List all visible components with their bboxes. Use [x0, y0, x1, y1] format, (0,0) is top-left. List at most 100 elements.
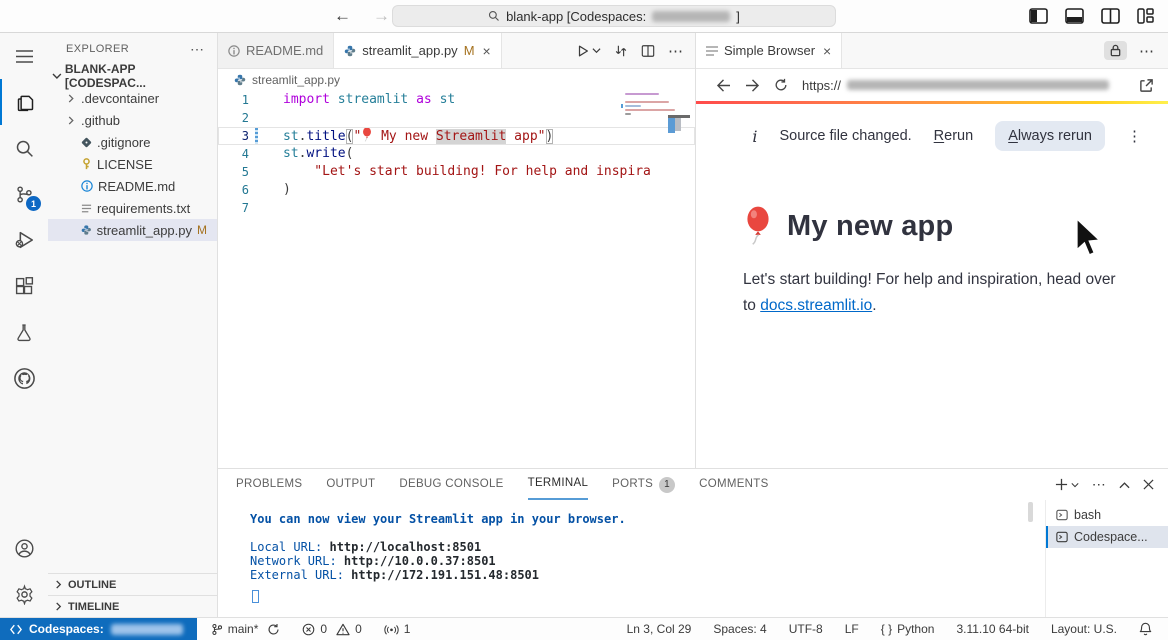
terminal-list: bash Codespace... [1045, 500, 1168, 617]
history-forward-icon[interactable]: → [373, 6, 390, 26]
editor-scrollbar-decoration[interactable] [668, 115, 695, 133]
editor-tabbar: README.md streamlit_app.py M × ⋯ [218, 33, 695, 69]
search-icon[interactable] [0, 125, 48, 171]
always-rerun-button[interactable]: Always rerun [995, 121, 1105, 151]
encoding-status[interactable]: UTF-8 [789, 622, 823, 636]
command-center-search[interactable]: blank-app [Codespaces: ] [392, 5, 836, 27]
breadcrumb[interactable]: streamlit_app.py [218, 69, 695, 91]
explorer-icon[interactable] [0, 79, 48, 125]
line-col-status[interactable]: Ln 3, Col 29 [627, 622, 692, 636]
ports-count: 1 [404, 622, 411, 636]
redacted-url [847, 80, 1109, 90]
problems-status[interactable]: 0 0 [302, 622, 361, 636]
source-control-icon[interactable]: 1 [0, 171, 48, 217]
run-dropdown-chevron-icon[interactable] [592, 46, 601, 55]
git-branch-status[interactable]: main* [211, 622, 281, 636]
sync-icon[interactable] [267, 623, 280, 636]
tab-readme[interactable]: README.md [218, 33, 334, 68]
open-external-icon[interactable] [1139, 78, 1154, 93]
terminal-icon [1056, 509, 1068, 521]
tab-debug-console[interactable]: DEBUG CONSOLE [399, 469, 503, 500]
terminal-dropdown-chevron-icon[interactable] [1071, 481, 1079, 489]
tree-item-streamlit-app[interactable]: streamlit_app.py M [48, 219, 217, 241]
run-python-file-icon[interactable] [576, 44, 590, 58]
run-debug-icon[interactable] [0, 217, 48, 263]
toggle-secondary-sidebar-icon[interactable] [1101, 8, 1120, 24]
browser-more-actions-icon[interactable]: ⋯ [1139, 42, 1154, 60]
browser-forward-icon[interactable] [745, 79, 760, 92]
python-version-status[interactable]: 3.11.10 64-bit [956, 622, 1029, 636]
browser-reload-icon[interactable] [774, 78, 788, 92]
tab-simple-browser[interactable]: Simple Browser × [696, 33, 842, 68]
key-icon [81, 158, 92, 170]
tab-label: README.md [246, 43, 323, 58]
testing-icon[interactable] [0, 309, 48, 355]
line-number: 4 [218, 145, 264, 163]
tree-item-gitignore[interactable]: .gitignore [48, 131, 217, 153]
open-changes-icon[interactable] [614, 44, 628, 58]
indentation-status[interactable]: Spaces: 4 [713, 622, 766, 636]
language-status[interactable]: { } Python [881, 622, 935, 636]
eol-status[interactable]: LF [845, 622, 859, 636]
terminal-item-codespace[interactable]: Codespace... [1046, 526, 1168, 548]
streamlit-menu-kebab-icon[interactable]: ⋮ [1127, 127, 1142, 145]
code-text: ) [264, 181, 291, 199]
tab-terminal[interactable]: TERMINAL [528, 469, 589, 500]
menu-icon[interactable] [0, 33, 48, 79]
terminal-item-label: bash [1074, 508, 1101, 522]
extensions-icon[interactable] [0, 263, 48, 309]
line-number: 3 [218, 127, 264, 145]
remote-indicator[interactable]: Codespaces: [0, 618, 197, 640]
browser-url-field[interactable]: https:// [802, 78, 1125, 93]
tree-item-devcontainer[interactable]: .devcontainer [48, 87, 217, 109]
tree-root-blank-app[interactable]: BLANK-APP [CODESPAC... [48, 65, 217, 87]
code-text: st.write( [264, 145, 353, 163]
split-editor-icon[interactable] [641, 44, 655, 58]
minimap-line [625, 105, 641, 107]
tab-streamlit-app[interactable]: streamlit_app.py M × [334, 33, 501, 68]
outline-section[interactable]: OUTLINE [48, 573, 217, 595]
tree-item-readme[interactable]: README.md [48, 175, 217, 197]
browser-back-icon[interactable] [716, 79, 731, 92]
terminal-output[interactable]: You can now view your Streamlit app in y… [218, 500, 1035, 617]
maximize-panel-icon[interactable] [1119, 481, 1130, 489]
history-back-icon[interactable]: ← [334, 6, 351, 26]
tab-ports[interactable]: PORTS 1 [612, 469, 675, 500]
settings-gear-icon[interactable] [0, 571, 48, 617]
close-panel-icon[interactable] [1143, 479, 1154, 490]
warning-count: 0 [355, 622, 362, 636]
tree-item-github[interactable]: .github [48, 109, 217, 131]
notifications-bell-icon[interactable] [1139, 622, 1152, 636]
github-icon[interactable] [0, 355, 48, 401]
account-icon[interactable] [0, 525, 48, 571]
new-terminal-icon[interactable] [1055, 478, 1068, 491]
lock-icon[interactable] [1104, 41, 1127, 60]
panel-more-actions-icon[interactable]: ⋯ [1092, 476, 1106, 493]
customize-layout-icon[interactable] [1137, 8, 1154, 24]
terminal-line: External URL: http://172.191.151.48:8501 [250, 568, 1035, 582]
explorer-more-icon[interactable]: ⋯ [190, 41, 205, 58]
tab-comments[interactable]: COMMENTS [699, 469, 768, 500]
minimap[interactable] [621, 91, 681, 221]
keyboard-layout-status[interactable]: Layout: U.S. [1051, 622, 1117, 636]
code-editor[interactable]: 1import streamlit as st23st.title(" My n… [218, 91, 695, 434]
window-title-suffix: ] [736, 9, 740, 24]
tab-output[interactable]: OUTPUT [326, 469, 375, 500]
chevron-right-icon [66, 116, 76, 125]
terminal-item-bash[interactable]: bash [1046, 504, 1168, 526]
timeline-section[interactable]: TIMELINE [48, 595, 217, 617]
tab-close-icon[interactable]: × [483, 43, 491, 59]
editor-more-actions-icon[interactable]: ⋯ [668, 42, 683, 60]
terminal-scrollbar[interactable] [1028, 502, 1033, 522]
balloon-emoji [743, 206, 773, 246]
tree-item-requirements[interactable]: requirements.txt [48, 197, 217, 219]
tab-close-icon[interactable]: × [823, 43, 831, 59]
toggle-panel-icon[interactable] [1065, 8, 1084, 24]
tree-item-license[interactable]: LICENSE [48, 153, 217, 175]
docs-link[interactable]: docs.streamlit.io [760, 297, 872, 314]
forwarded-ports-status[interactable]: 1 [384, 622, 411, 636]
toggle-primary-sidebar-icon[interactable] [1029, 8, 1048, 24]
outline-label: OUTLINE [68, 579, 116, 591]
rerun-button[interactable]: Rerun [934, 128, 974, 144]
tab-problems[interactable]: PROBLEMS [236, 469, 302, 500]
